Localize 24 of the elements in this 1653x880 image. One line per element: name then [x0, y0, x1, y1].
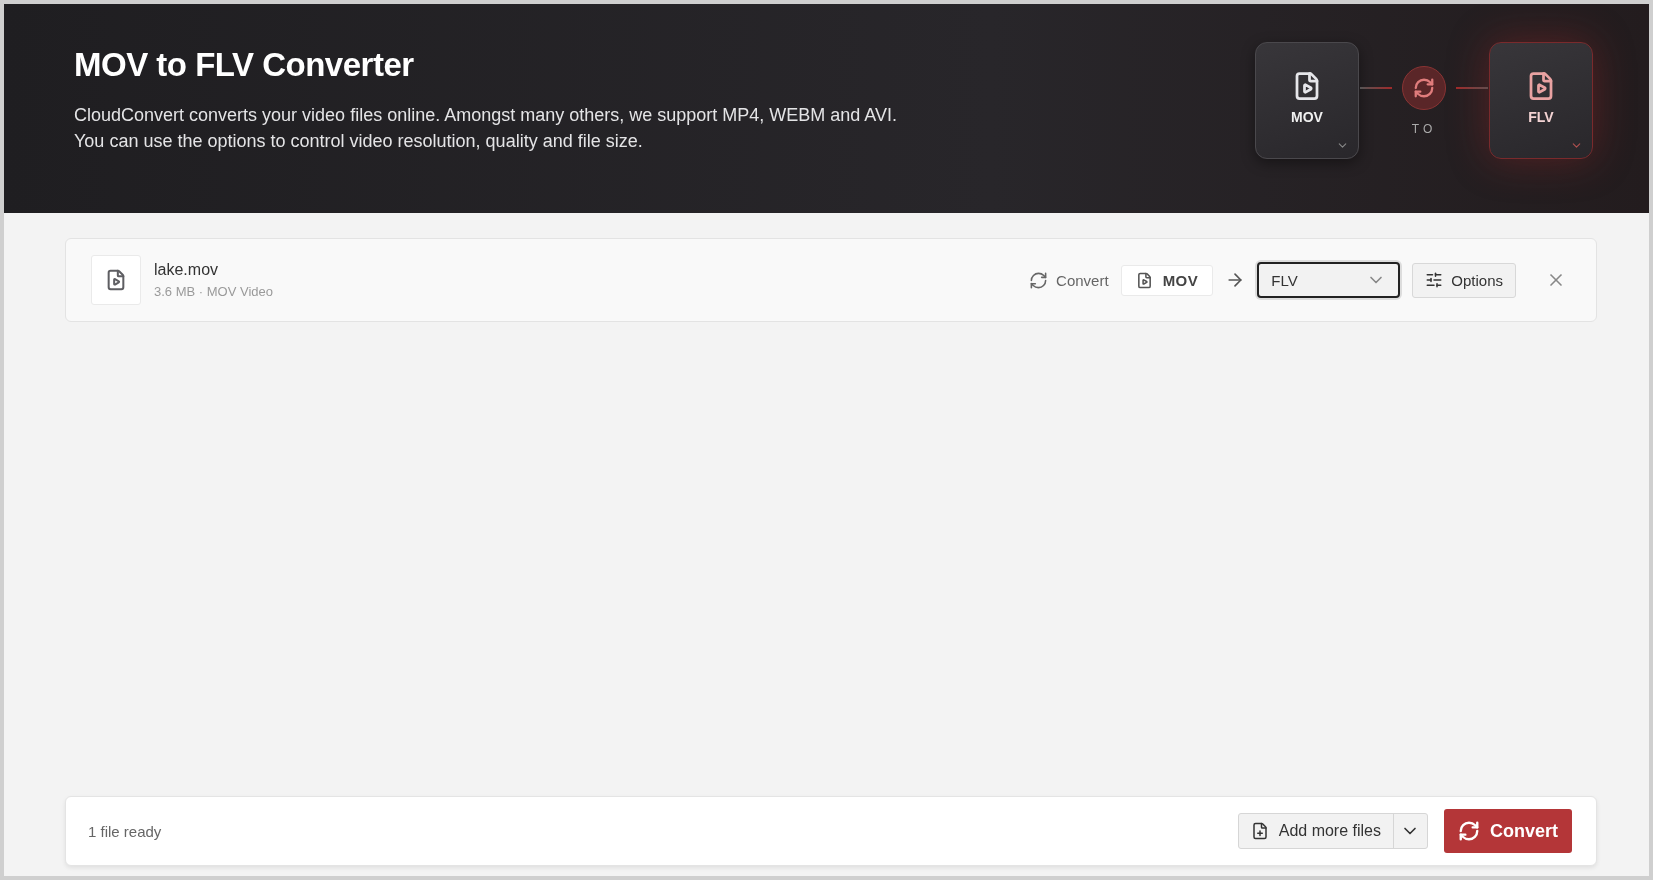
convert-text: Convert	[1056, 271, 1109, 289]
convert-button[interactable]: Convert	[1444, 809, 1572, 853]
sync-icon	[1402, 65, 1446, 110]
video-file-icon	[1135, 271, 1153, 289]
connector-line	[1360, 86, 1392, 89]
target-format-select[interactable]: FLV	[1257, 262, 1401, 298]
description-text: You can use the options to control video resolution, quality and file size.	[74, 130, 644, 153]
add-files-button[interactable]: Add more files	[1238, 814, 1393, 848]
sync-icon	[1029, 270, 1049, 290]
file-thumbnail	[91, 255, 141, 305]
connector-line	[1456, 86, 1488, 89]
file-plus-icon	[1250, 822, 1269, 840]
options-button[interactable]: Options	[1412, 262, 1516, 298]
sync-icon	[1458, 820, 1480, 842]
description-text: CloudConvert converts your video files online. Amongst many others, we support MP4, WEBM and AVI.	[74, 104, 898, 127]
page-title: MOV to FLV Converter	[74, 46, 415, 84]
to-label: TO	[1411, 121, 1437, 136]
file-meta: 3.6 MB · MOV Video	[154, 284, 274, 299]
status-text: 1 file ready	[88, 822, 162, 840]
sliders-icon	[1425, 271, 1444, 289]
format-selector[interactable]: MOV	[1255, 42, 1359, 159]
file-name: lake.mov	[154, 261, 220, 279]
format-selector[interactable]: FLV	[1489, 42, 1593, 159]
format-text: MOV	[1162, 271, 1199, 289]
